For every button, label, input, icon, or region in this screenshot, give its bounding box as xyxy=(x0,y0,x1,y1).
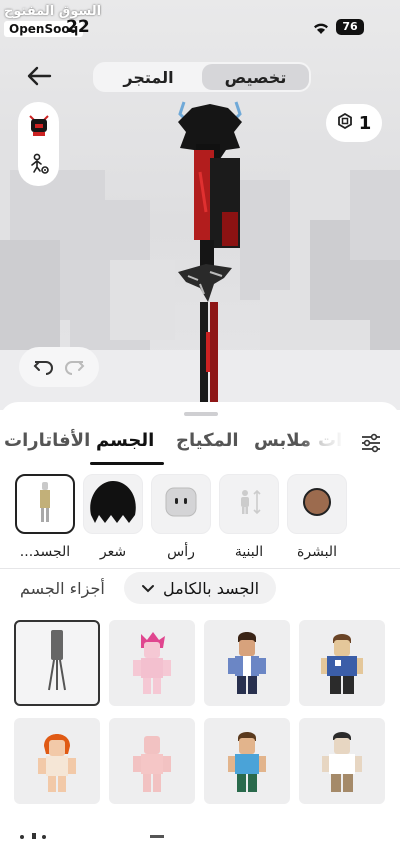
category-body-scale[interactable]: البنية xyxy=(218,474,280,560)
robux-balance[interactable]: 1 xyxy=(326,104,382,142)
customization-sheet: الأفاتارات الجسم المكياج ملابس ات البشرة… xyxy=(0,402,400,867)
category-hair[interactable]: شعر xyxy=(82,474,144,560)
category-body-parts[interactable]: الجسد... xyxy=(14,474,76,560)
category-skin[interactable]: البشرة xyxy=(286,474,348,560)
breadcrumb-body-parts: أجزاء الجسم xyxy=(20,579,105,598)
item-card-blue-avatar[interactable] xyxy=(204,620,290,706)
item-card-light-avatar[interactable] xyxy=(109,718,195,804)
tab-body[interactable]: الجسم xyxy=(96,430,154,451)
category-head[interactable]: رأس xyxy=(150,474,212,560)
head-icon xyxy=(162,483,200,525)
body-part-icon xyxy=(35,480,55,528)
sheet-drag-handle[interactable] xyxy=(184,412,218,416)
item-card-shirt-avatar[interactable] xyxy=(299,620,385,706)
active-tab-underline xyxy=(90,462,164,465)
wifi-icon xyxy=(312,20,330,39)
tab-makeup[interactable]: المكياج xyxy=(176,430,239,451)
preview-side-panel xyxy=(18,102,59,186)
tab-avatars[interactable]: الأفاتارات xyxy=(4,430,90,451)
hair-icon xyxy=(85,477,141,531)
avatar-thumbnail-icon[interactable] xyxy=(25,110,53,142)
item-card-pink-avatar[interactable] xyxy=(109,620,195,706)
robux-icon xyxy=(337,112,353,134)
customize-shop-toggle: المتجر تخصيص xyxy=(93,62,311,92)
item-card-cyan-avatar[interactable] xyxy=(204,718,290,804)
avatar-preview-scene[interactable]: السوق المفتوح OpenSooq 22 76 المتجر تخصي… xyxy=(0,0,400,410)
status-time: 22 xyxy=(66,17,90,37)
category-tabs: الأفاتارات الجسم المكياج ملابس ات xyxy=(0,428,400,466)
undo-redo-controls xyxy=(19,347,99,387)
avatar-settings-icon[interactable] xyxy=(27,152,51,180)
item-card-bald-avatar[interactable] xyxy=(299,718,385,804)
next-row-peek xyxy=(0,827,400,867)
body-subcategories: البشرة البنية رأس شعر الجسد... xyxy=(0,474,400,566)
redo-icon[interactable] xyxy=(63,358,85,376)
filter-icon[interactable] xyxy=(360,432,382,458)
tab-customize[interactable]: تخصيص xyxy=(202,64,309,90)
battery-indicator: 76 xyxy=(336,19,364,35)
skin-tone-icon xyxy=(302,487,332,521)
item-card-redhair-avatar[interactable] xyxy=(14,718,100,804)
item-card-equipped[interactable] xyxy=(14,620,100,706)
body-part-dropdown[interactable]: الجسد بالكامل xyxy=(124,572,276,604)
tab-shop[interactable]: المتجر xyxy=(95,64,202,90)
body-items-grid xyxy=(0,618,400,838)
status-bar: السوق المفتوح OpenSooq 22 76 xyxy=(0,0,400,48)
back-arrow-icon[interactable] xyxy=(24,62,54,90)
undo-icon[interactable] xyxy=(33,358,55,376)
chevron-down-icon xyxy=(141,579,155,598)
avatar-model[interactable] xyxy=(170,92,250,402)
body-scale-icon xyxy=(234,487,264,521)
